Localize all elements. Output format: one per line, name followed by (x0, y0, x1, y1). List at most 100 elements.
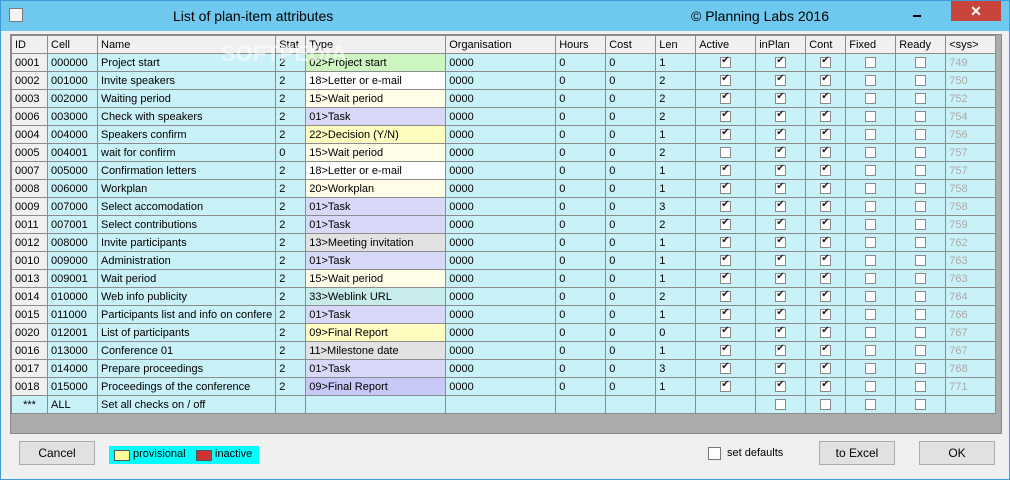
cell-stat[interactable]: 2 (275, 179, 307, 198)
fixed-checkbox[interactable] (865, 309, 877, 321)
cell-name[interactable]: Project start (96, 53, 277, 72)
cell-org[interactable]: 0000 (445, 305, 557, 324)
cell-id[interactable]: 0013 (11, 269, 48, 288)
cell-id[interactable]: 0011 (11, 215, 48, 234)
cell-id[interactable]: 0014 (11, 287, 48, 306)
column-header[interactable]: Hours (555, 35, 607, 54)
cell-hours[interactable]: 0 (555, 359, 607, 378)
cell-type[interactable]: 01>Task (305, 359, 447, 378)
fixed-checkbox[interactable] (865, 255, 877, 267)
ready-checkbox[interactable] (915, 165, 927, 177)
cell-name[interactable]: Confirmation letters (96, 161, 277, 180)
fixed-checkbox[interactable] (865, 57, 877, 69)
cell-cost[interactable]: 0 (605, 89, 657, 108)
table-row[interactable]: 0017 014000 Prepare proceedings 2 01>Task 000… (11, 359, 997, 378)
cont-checkbox[interactable] (820, 325, 832, 339)
cell-hours[interactable]: 0 (555, 287, 607, 306)
table-row[interactable]: 0004 004000 Speakers confirm 2 22>Decision (… (11, 125, 997, 144)
cell-id[interactable]: 0006 (11, 107, 48, 126)
cell-hours[interactable]: 0 (555, 341, 607, 360)
cell-type[interactable]: 15>Wait period (305, 269, 447, 288)
cell-type[interactable]: 15>Wait period (305, 143, 447, 162)
fixed-checkbox[interactable] (865, 381, 877, 393)
inplan-checkbox[interactable] (775, 181, 787, 195)
cell-cost[interactable]: 0 (605, 179, 657, 198)
cell-name[interactable]: List of participants (96, 323, 277, 342)
cell-stat[interactable]: 2 (275, 89, 307, 108)
active-checkbox[interactable] (720, 253, 732, 267)
table-row[interactable]: 0008006000Workplan220>Workplan0000001758 (11, 179, 997, 198)
cell-len[interactable]: 1 (655, 161, 697, 180)
cell-org[interactable]: 0000 (445, 269, 557, 288)
ready-checkbox[interactable] (915, 381, 927, 393)
cell-org[interactable]: 0000 (445, 323, 557, 342)
active-checkbox[interactable] (720, 109, 732, 123)
cell-type[interactable]: 01>Task (305, 197, 447, 216)
inplan-checkbox[interactable] (775, 289, 787, 303)
table-row[interactable]: 0009 007000 Select accomodation 2 01>Task 000… (11, 197, 997, 216)
table-row[interactable]: 0020 012001 List of participants 2 09>Final … (11, 323, 997, 342)
active-checkbox[interactable] (720, 163, 732, 177)
cell-org[interactable]: 0000 (445, 71, 557, 90)
cell-hours[interactable]: 0 (555, 251, 607, 270)
column-header[interactable]: Name (96, 35, 277, 54)
cell-org[interactable]: 0000 (445, 215, 557, 234)
fixed-checkbox[interactable] (865, 273, 877, 285)
column-header[interactable]: Organisation (445, 35, 557, 54)
cell-org[interactable]: 0000 (445, 143, 557, 162)
inplan-checkbox[interactable] (775, 199, 787, 213)
cell-type[interactable]: 01>Task (305, 305, 447, 324)
cell-cell[interactable]: 007001 (47, 215, 98, 234)
fixed-checkbox[interactable] (865, 363, 877, 375)
cell-type[interactable]: 13>Meeting invitation (305, 233, 447, 252)
cell-id[interactable]: 0002 (11, 71, 48, 90)
fixed-checkbox[interactable] (865, 237, 877, 249)
fixed-checkbox[interactable] (865, 327, 877, 339)
cell-cost[interactable]: 0 (605, 233, 657, 252)
cell-type[interactable]: 01>Task (305, 107, 447, 126)
column-header[interactable]: Stat (275, 35, 307, 54)
cell-hours[interactable]: 0 (555, 161, 607, 180)
cont-checkbox[interactable] (820, 253, 832, 267)
cell-org[interactable]: 0000 (445, 341, 557, 360)
column-header[interactable]: Type (305, 35, 447, 54)
table-row[interactable]: 0003 002000 Waiting period 2 15>Wait period 0… (11, 89, 997, 108)
ready-checkbox[interactable] (915, 75, 927, 87)
ready-checkbox[interactable] (915, 309, 927, 321)
active-checkbox[interactable] (720, 199, 732, 213)
cont-checkbox[interactable] (820, 343, 832, 357)
inplan-checkbox[interactable] (775, 91, 787, 105)
fixed-checkbox[interactable] (865, 75, 877, 87)
close-button[interactable]: ✕ (951, 1, 1001, 21)
all-fixed-checkbox[interactable] (865, 399, 877, 411)
ok-button[interactable]: OK (919, 441, 995, 465)
cell-cell[interactable]: 003000 (47, 107, 98, 126)
cell-len[interactable]: 2 (655, 287, 697, 306)
cell-hours[interactable]: 0 (555, 53, 607, 72)
cell-cell[interactable]: 013000 (47, 341, 98, 360)
cell-id[interactable]: 0004 (11, 125, 48, 144)
inplan-checkbox[interactable] (775, 271, 787, 285)
cell-name[interactable]: Proceedings of the conference (96, 377, 277, 396)
cont-checkbox[interactable] (820, 199, 832, 213)
cell-cost[interactable]: 0 (605, 161, 657, 180)
cont-checkbox[interactable] (820, 235, 832, 249)
fixed-checkbox[interactable] (865, 129, 877, 141)
all-cell-cell[interactable]: ALL (47, 395, 98, 414)
cell-stat[interactable]: 2 (275, 161, 307, 180)
cell-len[interactable]: 3 (655, 197, 697, 216)
cell-cost[interactable]: 0 (605, 269, 657, 288)
all-cell-id[interactable]: *** (11, 395, 48, 414)
ready-checkbox[interactable] (915, 183, 927, 195)
minimize-button[interactable] (907, 7, 927, 21)
ready-checkbox[interactable] (915, 255, 927, 267)
app-icon[interactable] (9, 8, 23, 22)
ready-checkbox[interactable] (915, 111, 927, 123)
cell-type[interactable]: 15>Wait period (305, 89, 447, 108)
cell-org[interactable]: 0000 (445, 89, 557, 108)
cont-checkbox[interactable] (820, 145, 832, 159)
cell-len[interactable]: 1 (655, 269, 697, 288)
cell-cell[interactable]: 010000 (47, 287, 98, 306)
cell-org[interactable]: 0000 (445, 359, 557, 378)
ready-checkbox[interactable] (915, 201, 927, 213)
